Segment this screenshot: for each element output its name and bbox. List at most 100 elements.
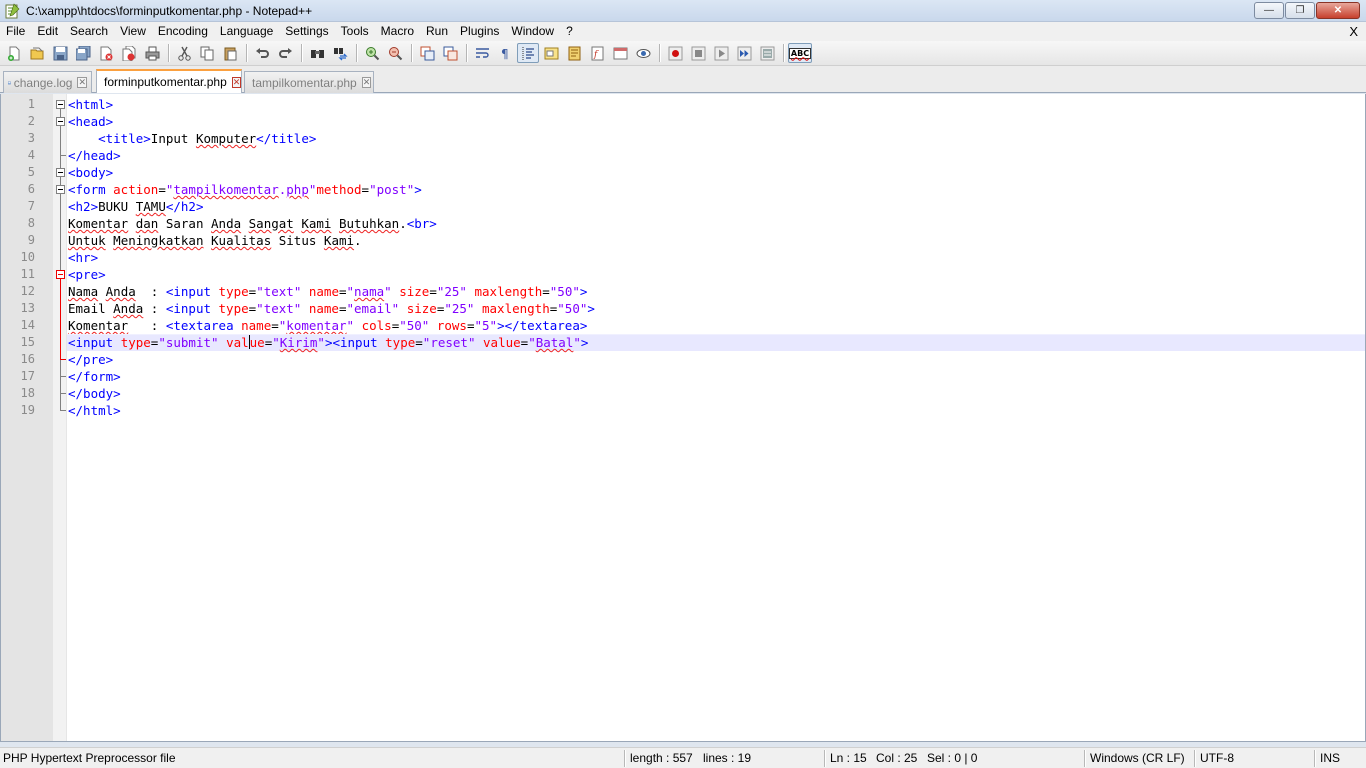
save-icon[interactable] xyxy=(49,43,71,63)
code-token: "post" xyxy=(369,182,415,197)
code-token: dan xyxy=(135,216,159,231)
code-line[interactable]: 19 </html> xyxy=(1,402,1365,419)
find-icon[interactable] xyxy=(306,43,328,63)
doc-map-icon[interactable] xyxy=(563,43,585,63)
code-token: "50" xyxy=(557,301,588,316)
run-macro-multiple-icon[interactable] xyxy=(733,43,755,63)
code-line[interactable]: 10 <hr> xyxy=(1,249,1365,266)
maximize-button[interactable]: ❐ xyxy=(1285,2,1315,19)
menu-plugins[interactable]: Plugins xyxy=(454,22,505,41)
status-length: length : 557 xyxy=(630,751,693,765)
code-line[interactable]: 13 Email Anda : <input type="text" name="… xyxy=(1,300,1365,317)
spell-check-icon[interactable]: ABC xyxy=(788,43,812,63)
close-window-button[interactable]: ✕ xyxy=(1316,2,1360,19)
code-line[interactable]: 11 <pre> xyxy=(1,266,1365,283)
code-line[interactable]: 18 </body> xyxy=(1,385,1365,402)
line-number: 13 xyxy=(20,301,35,315)
menu-window[interactable]: Window xyxy=(505,22,560,41)
menu-settings[interactable]: Settings xyxy=(279,22,334,41)
code-token: "50" xyxy=(549,284,580,299)
zoom-out-icon[interactable] xyxy=(384,43,406,63)
menu-macro[interactable]: Macro xyxy=(375,22,420,41)
function-list-icon[interactable]: f xyxy=(586,43,608,63)
monitoring-icon[interactable] xyxy=(632,43,654,63)
print-icon[interactable] xyxy=(141,43,163,63)
menu-language[interactable]: Language xyxy=(214,22,279,41)
code-editor[interactable]: 1 <html> 2 <head> 3 <title>Input Komputer</t… xyxy=(0,94,1366,742)
open-file-icon[interactable] xyxy=(26,43,48,63)
code-line[interactable]: 14 Komentar : <textarea name="komentar" c… xyxy=(1,317,1365,334)
save-macro-icon[interactable] xyxy=(756,43,778,63)
line-code: <h2>BUKU TAMU</h2> xyxy=(68,198,204,215)
folder-workspace-icon[interactable] xyxy=(609,43,631,63)
code-line[interactable]: 2 <head> xyxy=(1,113,1365,130)
sync-vertical-icon[interactable] xyxy=(416,43,438,63)
tab-close-icon[interactable]: ✕ xyxy=(77,77,87,88)
code-line[interactable]: 12 Nama Anda : <input type="text" name="n… xyxy=(1,283,1365,300)
tab-tampilkomentar[interactable]: tampilkomentar.php ✕ xyxy=(244,71,374,93)
undo-icon[interactable] xyxy=(251,43,273,63)
menu-help[interactable]: ? xyxy=(560,22,579,41)
code-line[interactable]: 8 Komentar dan Saran Anda Sangat Kami But… xyxy=(1,215,1365,232)
zoom-in-icon[interactable] xyxy=(361,43,383,63)
menu-view[interactable]: View xyxy=(114,22,152,41)
code-line[interactable]: 5 <body> xyxy=(1,164,1365,181)
stop-macro-icon[interactable] xyxy=(687,43,709,63)
save-all-icon[interactable] xyxy=(72,43,94,63)
code-line[interactable]: 7 <h2>BUKU TAMU</h2> xyxy=(1,198,1365,215)
tab-close-icon[interactable]: ✕ xyxy=(231,76,242,88)
code-token: Meningkatkan xyxy=(113,233,204,248)
code-line[interactable]: 4 </head> xyxy=(1,147,1365,164)
code-line[interactable]: 9 Untuk Meningkatkan Kualitas Situs Kami. xyxy=(1,232,1365,249)
user-language-icon[interactable] xyxy=(540,43,562,63)
menu-search[interactable]: Search xyxy=(64,22,114,41)
code-line[interactable]: 1 <html> xyxy=(1,96,1365,113)
indent-guide-icon[interactable] xyxy=(517,43,539,63)
code-line[interactable]: 6 <form action="tampilkomentar.php"method… xyxy=(1,181,1365,198)
replace-icon[interactable] xyxy=(329,43,351,63)
menu-run[interactable]: Run xyxy=(420,22,454,41)
code-line[interactable]: 17 </form> xyxy=(1,368,1365,385)
toolbar-separator xyxy=(168,44,169,62)
tab-close-icon[interactable]: ✕ xyxy=(361,77,372,88)
code-token: > xyxy=(579,284,588,299)
new-file-icon[interactable] xyxy=(3,43,25,63)
line-code: <title>Input Komputer</title> xyxy=(68,130,316,147)
toolbar-separator xyxy=(246,44,247,62)
close-document-button[interactable]: X xyxy=(1349,24,1358,39)
code-token: <hr> xyxy=(68,250,99,265)
paste-icon[interactable] xyxy=(219,43,241,63)
redo-icon[interactable] xyxy=(274,43,296,63)
copy-icon[interactable] xyxy=(196,43,218,63)
code-token: Kami xyxy=(301,216,332,231)
minimize-button[interactable]: — xyxy=(1254,2,1284,19)
line-code: Komentar : <textarea name="komentar" col… xyxy=(68,317,587,334)
code-token: "50" xyxy=(399,318,437,333)
code-line[interactable]: 15 <input type="submit" value="Kirim"><in… xyxy=(1,334,1365,351)
play-macro-icon[interactable] xyxy=(710,43,732,63)
code-token: " xyxy=(573,335,581,350)
status-col: Col : 25 xyxy=(876,751,918,765)
code-token: Anda xyxy=(113,301,144,316)
tab-change-log[interactable]: change.log ✕ xyxy=(3,71,92,93)
record-macro-icon[interactable] xyxy=(664,43,686,63)
sync-horizontal-icon[interactable] xyxy=(439,43,461,63)
word-wrap-icon[interactable] xyxy=(471,43,493,63)
code-token: tampilkomentar xyxy=(173,182,279,197)
menu-edit[interactable]: Edit xyxy=(31,22,64,41)
show-all-chars-icon[interactable]: ¶ xyxy=(494,43,516,63)
close-icon[interactable] xyxy=(95,43,117,63)
code-line[interactable]: 16 </pre> xyxy=(1,351,1365,368)
menu-encoding[interactable]: Encoding xyxy=(152,22,214,41)
cut-icon[interactable] xyxy=(173,43,195,63)
code-token: Batal xyxy=(535,335,574,350)
line-code: <head> xyxy=(68,113,113,130)
code-token: "text" xyxy=(256,301,309,316)
tab-forminputkomentar[interactable]: forminputkomentar.php ✕ xyxy=(96,69,242,93)
code-line[interactable]: 3 <title>Input Komputer</title> xyxy=(1,130,1365,147)
menu-tools[interactable]: Tools xyxy=(335,22,375,41)
code-token: = xyxy=(158,182,166,197)
menu-file[interactable]: File xyxy=(0,22,31,41)
code-token: BUKU xyxy=(98,199,136,214)
close-all-icon[interactable] xyxy=(118,43,140,63)
